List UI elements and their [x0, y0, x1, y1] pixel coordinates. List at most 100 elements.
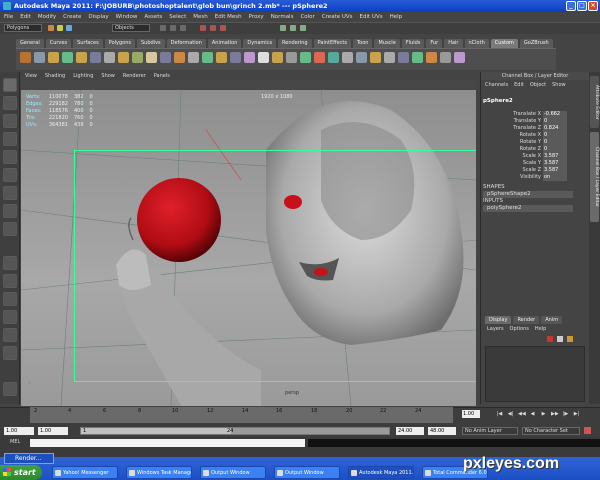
- move-tool-icon[interactable]: [3, 132, 17, 146]
- layout-hypershade-icon[interactable]: [3, 346, 17, 360]
- shelf-tab-dynamics[interactable]: Dynamics: [243, 39, 277, 48]
- playback-end-field[interactable]: 24.00: [396, 427, 424, 435]
- select-tool-icon[interactable]: [3, 78, 17, 92]
- viewport-menu-panels[interactable]: Panels: [154, 72, 170, 80]
- channel-menu-show[interactable]: Show: [552, 81, 566, 89]
- attr-scale-x[interactable]: Scale X 3.587: [483, 153, 569, 160]
- shelf-tab-deformation[interactable]: Deformation: [166, 39, 206, 48]
- play-forwards-icon[interactable]: ▶: [540, 411, 547, 418]
- shelf-tool-icon[interactable]: [328, 52, 339, 63]
- universal-manip-icon[interactable]: [3, 186, 17, 200]
- attr-rotate-y[interactable]: Rotate Y0: [483, 139, 569, 146]
- shelf-tool-icon[interactable]: [118, 52, 129, 63]
- shelf-tool-icon[interactable]: [272, 52, 283, 63]
- taskbar-item-task-manager[interactable]: Windows Task Manager: [126, 466, 192, 479]
- shelf-tab-animation[interactable]: Animation: [207, 39, 242, 48]
- range-slider[interactable]: 1 24: [80, 427, 390, 435]
- shape-node[interactable]: pSphereShape2: [483, 191, 573, 198]
- layer-menu-layers[interactable]: Layers: [487, 326, 504, 332]
- shelf-tab-fur[interactable]: Fur: [426, 39, 443, 48]
- viewport-menu-renderer[interactable]: Renderer: [123, 72, 146, 80]
- step-forward-key-icon[interactable]: |▶: [562, 411, 569, 418]
- minimize-button[interactable]: _: [566, 1, 576, 11]
- step-back-frame-icon[interactable]: ◀◀: [518, 411, 526, 418]
- attr-scale-y[interactable]: Scale Y 3.587: [483, 160, 569, 167]
- shelf-tool-icon[interactable]: [174, 52, 185, 63]
- attr-translate-z[interactable]: Translate Z 0.824: [483, 125, 569, 132]
- go-to-end-icon[interactable]: ▶|: [573, 411, 580, 418]
- side-tab-attribute-editor[interactable]: Attribute Editor: [590, 76, 599, 128]
- go-to-start-icon[interactable]: |◀: [496, 411, 503, 418]
- shelf-tool-icon[interactable]: [384, 52, 395, 63]
- selection-mode-dropdown[interactable]: Objects: [112, 24, 150, 32]
- shelf-tab-general[interactable]: General: [16, 39, 44, 48]
- layer-list[interactable]: [485, 346, 585, 402]
- taskbar-item-output-window-2[interactable]: Output Window: [274, 466, 340, 479]
- play-backwards-icon[interactable]: ◀: [529, 411, 536, 418]
- shelf-tool-icon[interactable]: [132, 52, 143, 63]
- anim-layer-dropdown[interactable]: No Anim Layer: [462, 427, 518, 435]
- auto-key-icon[interactable]: [584, 427, 591, 434]
- step-forward-frame-icon[interactable]: ▶▶: [551, 411, 559, 418]
- shelf-tool-icon[interactable]: [370, 52, 381, 63]
- maya-app-icon[interactable]: [3, 2, 11, 10]
- time-slider[interactable]: 2 4 6 8 10 12 14 16 18 20 22 24: [30, 407, 453, 423]
- shelf-tab-gozbrush[interactable]: GoZBrush: [519, 39, 553, 48]
- menu-select[interactable]: Select: [169, 14, 186, 20]
- shelf-tab-subdivs[interactable]: Subdivs: [137, 39, 165, 48]
- channel-menu-channels[interactable]: Channels: [485, 81, 508, 89]
- layer-tab-anim[interactable]: Anim: [541, 316, 563, 324]
- toolbox-extra-icon[interactable]: [3, 382, 17, 396]
- snap-grid-icon[interactable]: [200, 25, 206, 31]
- ipr-render-icon[interactable]: [290, 25, 296, 31]
- select-object-icon[interactable]: [170, 25, 176, 31]
- snap-curve-icon[interactable]: [210, 25, 216, 31]
- shelf-tool-icon[interactable]: [258, 52, 269, 63]
- shelf-tool-icon[interactable]: [398, 52, 409, 63]
- shelf-tool-icon[interactable]: [104, 52, 115, 63]
- new-layer-icon[interactable]: [547, 336, 553, 342]
- shelf-tab-surfaces[interactable]: Surfaces: [73, 39, 103, 48]
- shelf-tool-icon[interactable]: [244, 52, 255, 63]
- shelf-tab-hair[interactable]: Hair: [444, 39, 463, 48]
- move-layer-icon[interactable]: [567, 336, 573, 342]
- perspective-viewport[interactable]: Verts: 110078 382 0 Edges: 229182 780 0 Faces:…: [21, 90, 476, 406]
- menu-edit[interactable]: Edit: [20, 14, 31, 20]
- new-layer-selected-icon[interactable]: [557, 336, 563, 342]
- current-frame-field[interactable]: 1.00: [462, 410, 480, 418]
- shelf-tool-icon[interactable]: [426, 52, 437, 63]
- menu-modify[interactable]: Modify: [38, 14, 56, 20]
- render-frame-icon[interactable]: [280, 25, 286, 31]
- select-component-icon[interactable]: [180, 25, 186, 31]
- viewport-menu-show[interactable]: Show: [101, 72, 115, 80]
- mel-command-input[interactable]: [30, 439, 305, 447]
- render-settings-icon[interactable]: [300, 25, 306, 31]
- menu-proxy[interactable]: Proxy: [249, 14, 264, 20]
- shelf-tool-icon[interactable]: [230, 52, 241, 63]
- attr-visibility[interactable]: Visibility on: [483, 174, 569, 181]
- shelf-tab-fluids[interactable]: Fluids: [401, 39, 425, 48]
- shelf-tool-icon[interactable]: [160, 52, 171, 63]
- open-scene-icon[interactable]: [57, 25, 63, 31]
- input-node[interactable]: polySphere2: [483, 205, 573, 212]
- select-hierarchy-icon[interactable]: [160, 25, 166, 31]
- shelf-tool-icon[interactable]: [286, 52, 297, 63]
- shelf-tab-rendering[interactable]: Rendering: [278, 39, 312, 48]
- shelf-tool-icon[interactable]: [188, 52, 199, 63]
- viewport-menu-shading[interactable]: Shading: [45, 72, 65, 80]
- shelf-tool-icon[interactable]: [34, 52, 45, 63]
- taskbar-item-yahoo[interactable]: Yahoo! Messenger: [52, 466, 118, 479]
- menu-color[interactable]: Color: [300, 14, 314, 20]
- soft-mod-icon[interactable]: [3, 204, 17, 218]
- save-scene-icon[interactable]: [66, 25, 72, 31]
- channel-menu-object[interactable]: Object: [530, 81, 546, 89]
- viewport-menu-lighting[interactable]: Lighting: [73, 72, 93, 80]
- layout-outliner-icon[interactable]: [3, 310, 17, 324]
- snap-point-icon[interactable]: [220, 25, 226, 31]
- attr-translate-x[interactable]: Translate X -0.662: [483, 111, 569, 118]
- menu-edit-mesh[interactable]: Edit Mesh: [215, 14, 242, 20]
- menu-display[interactable]: Display: [88, 14, 108, 20]
- maximize-button[interactable]: □: [577, 1, 587, 11]
- scale-tool-icon[interactable]: [3, 168, 17, 182]
- taskbar-item-maya[interactable]: Autodesk Maya 2011...: [348, 466, 414, 479]
